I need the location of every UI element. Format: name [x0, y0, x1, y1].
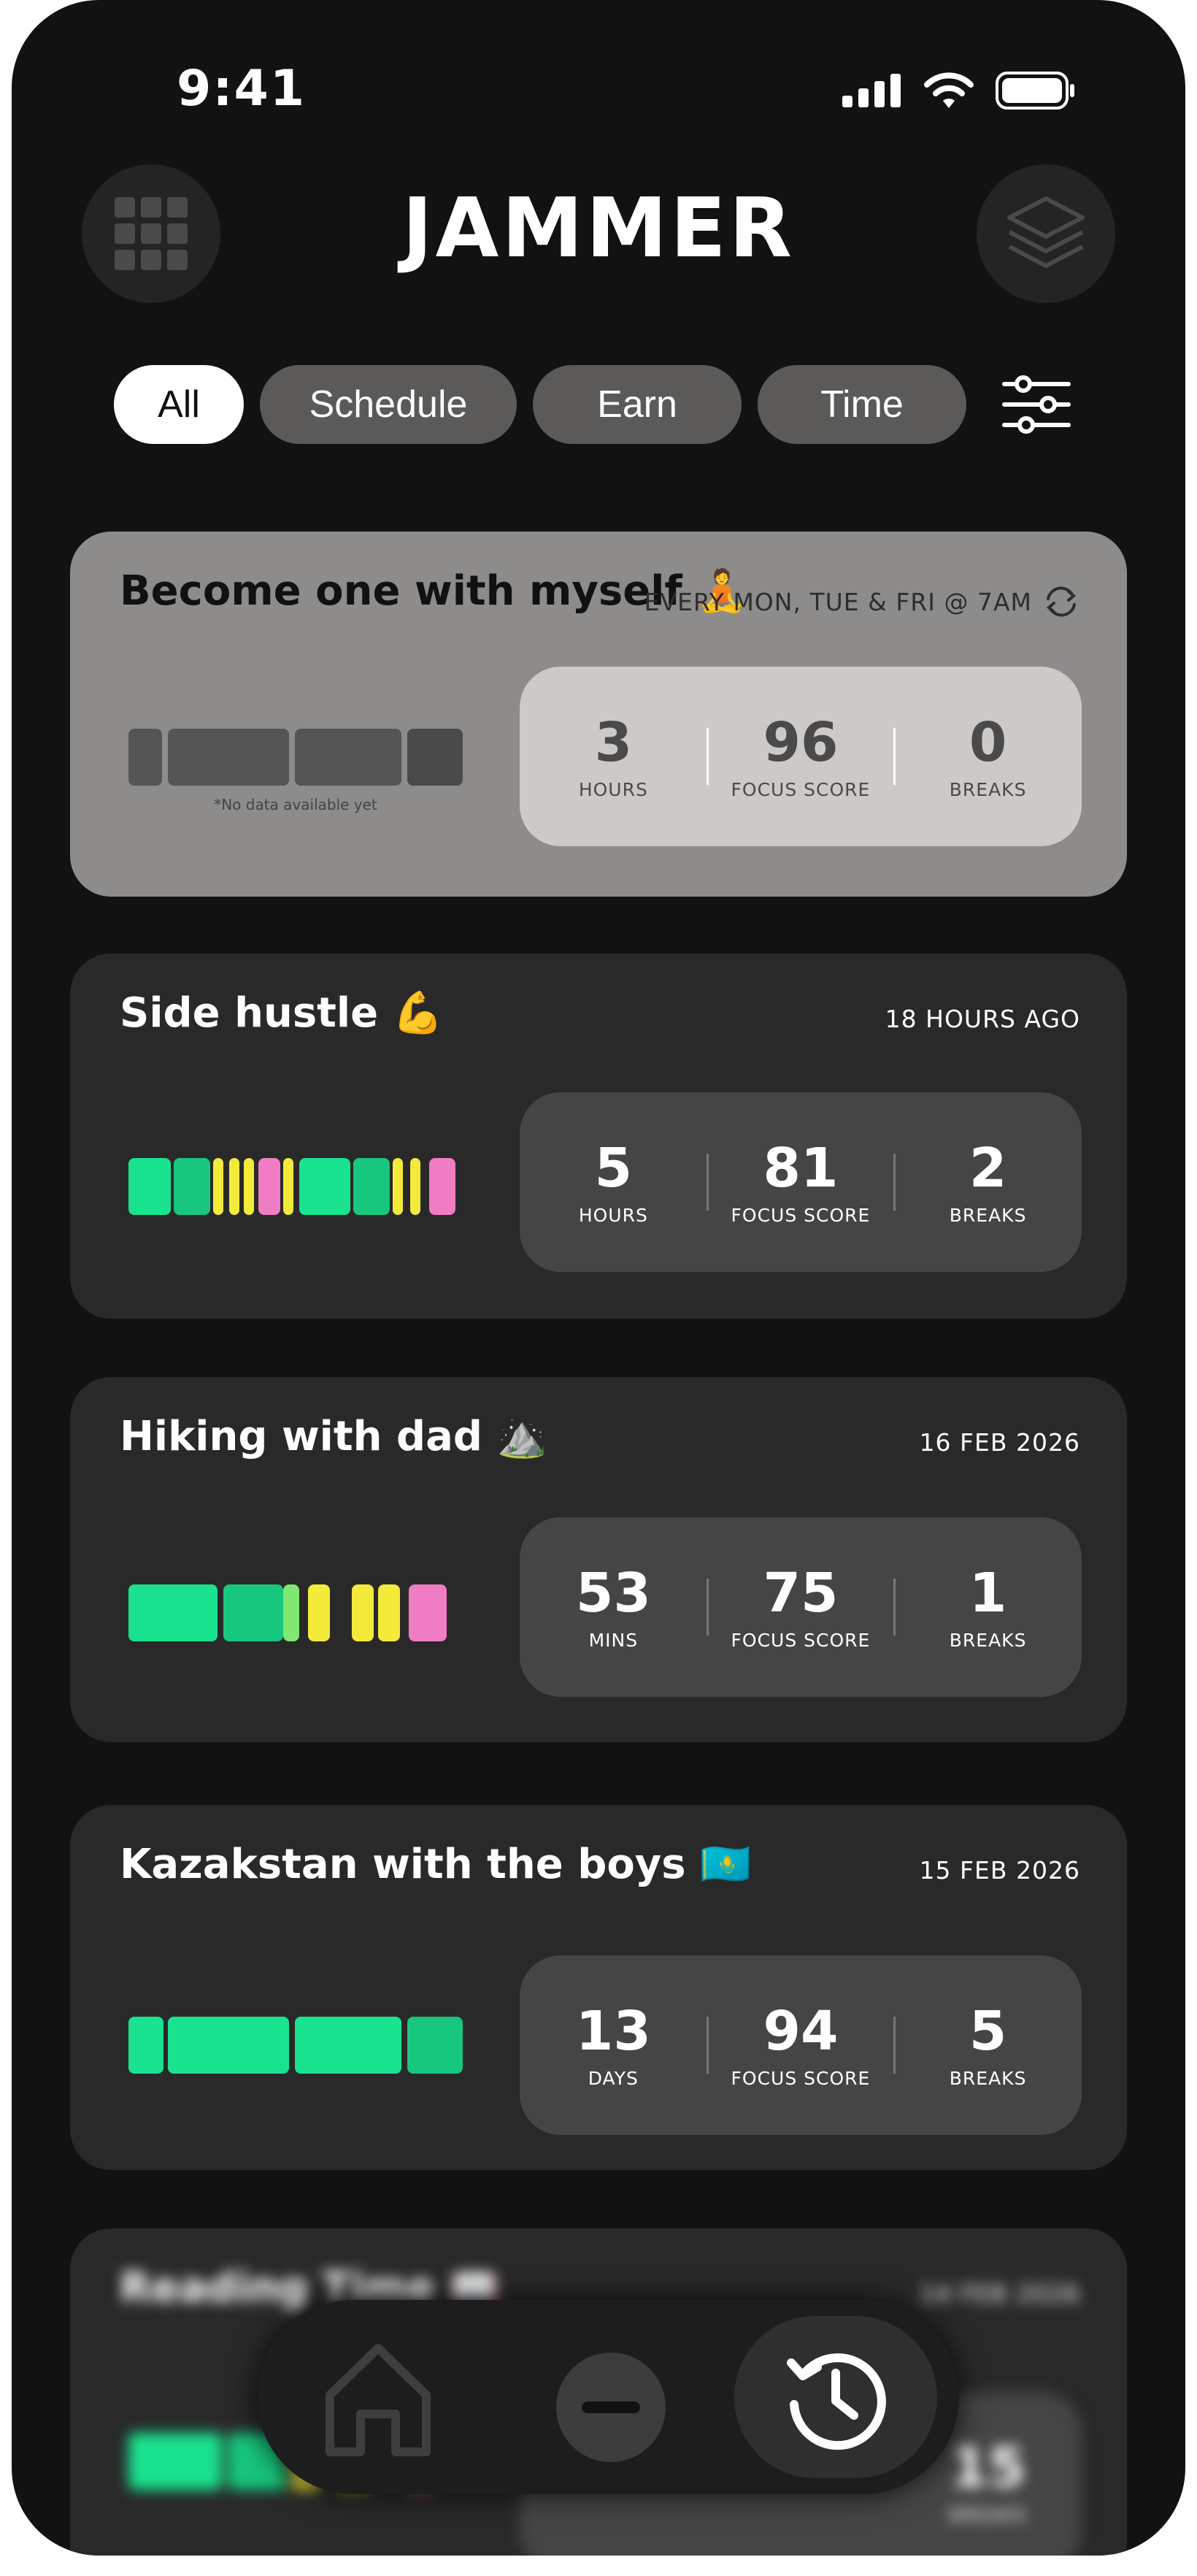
- card-meta-text: EVERY MON, TUE & FRI @ 7AM: [644, 587, 1032, 616]
- session-card[interactable]: Kazakstan with the boys 🇰🇿 15 FEB 2026 1…: [70, 1805, 1127, 2170]
- sliders-icon[interactable]: [1001, 375, 1071, 434]
- card-title: Hiking with dad ⛰️: [120, 1413, 548, 1460]
- card-title: Kazakstan with the boys 🇰🇿: [120, 1841, 751, 1888]
- timeline-segment: [378, 1584, 400, 1641]
- stat-mins: 53 MINS: [575, 1561, 651, 1651]
- stat-breaks: 2 BREAKS: [949, 1136, 1027, 1226]
- stat-focus-score: 94 FOCUS SCORE: [731, 1999, 871, 2089]
- filter-chips: All Schedule Earn Time: [114, 365, 966, 444]
- focus-timeline: [128, 2017, 463, 2074]
- timeline-segment: [128, 729, 162, 786]
- stats-panel: 53 MINS 75 FOCUS SCORE 1 BREAKS: [520, 1517, 1082, 1697]
- focus-timeline: [128, 1158, 463, 1215]
- timeline-segment: [410, 1158, 420, 1215]
- card-meta-text: 18 HOURS AGO: [885, 1005, 1080, 1033]
- stat-divider: [707, 2017, 709, 2074]
- card-meta-text: 14 FEB 2026: [919, 2280, 1080, 2308]
- card-title: Side hustle 💪: [120, 989, 444, 1037]
- stats-panel: 13 DAYS 94 FOCUS SCORE 5 BREAKS: [520, 1955, 1082, 2135]
- stat-breaks: 1 BREAKS: [949, 1561, 1027, 1651]
- stat-breaks: 0 BREAKS: [949, 710, 1027, 800]
- no-data-note: *No data available yet: [214, 796, 377, 813]
- timeline-segment: [407, 2017, 463, 2074]
- history-button[interactable]: [734, 2316, 937, 2478]
- stat-divider: [893, 1579, 896, 1636]
- timeline-segment: [353, 1158, 390, 1215]
- stats-panel: 5 HOURS 81 FOCUS SCORE 2 BREAKS: [520, 1092, 1082, 1272]
- timeline-segment: [128, 2017, 163, 2074]
- stat-days: 13 DAYS: [575, 1999, 651, 2089]
- timeline-segment: [299, 1158, 350, 1215]
- minus-button[interactable]: [556, 2353, 666, 2462]
- timeline-segment: [223, 1584, 283, 1641]
- stat-divider: [893, 1154, 896, 1211]
- chip-schedule[interactable]: Schedule: [260, 365, 517, 444]
- stat-focus-score: 96 FOCUS SCORE: [731, 710, 871, 800]
- timeline-segment: [283, 1584, 299, 1641]
- wifi-icon: [924, 72, 974, 108]
- stat-focus-score: 81 FOCUS SCORE: [731, 1136, 871, 1226]
- timeline-segment: [352, 1584, 374, 1641]
- timeline-segment: [258, 1158, 280, 1215]
- timeline-segment: [295, 2017, 401, 2074]
- timeline-segment: [429, 1158, 455, 1215]
- stat-divider: [893, 728, 896, 785]
- stat-divider: [707, 1154, 709, 1211]
- chip-time[interactable]: Time: [758, 365, 966, 444]
- stat-hours: 5 HOURS: [578, 1136, 648, 1226]
- bottom-nav: [257, 2300, 959, 2494]
- chip-all[interactable]: All: [114, 365, 244, 444]
- session-card[interactable]: Side hustle 💪 18 HOURS AGO 5 HOURS 81 FOCU…: [70, 954, 1127, 1319]
- timeline-segment: [308, 1584, 330, 1641]
- stat-breaks: 5 BREAKS: [949, 1999, 1027, 2089]
- layers-button[interactable]: [977, 164, 1115, 303]
- card-schedule: EVERY MON, TUE & FRI @ 7AM: [644, 583, 1080, 621]
- focus-timeline: [128, 1584, 463, 1641]
- card-meta-text: 16 FEB 2026: [919, 1428, 1080, 1457]
- phone-screen: 9:41 JAMMER All Schedule Earn Time Becom…: [12, 0, 1185, 2556]
- stat-divider: [893, 2017, 896, 2074]
- timeline-segment: [244, 1158, 254, 1215]
- timeline-segment: [168, 729, 289, 786]
- timeline-segment: [128, 2433, 222, 2490]
- timeline-segment: [393, 1158, 403, 1215]
- stat-focus-score: 75 FOCUS SCORE: [731, 1561, 871, 1651]
- card-meta-text: 15 FEB 2026: [919, 1856, 1080, 1885]
- stat-hours: 3 HOURS: [578, 710, 648, 800]
- repeat-icon: [1046, 586, 1077, 617]
- chip-earn[interactable]: Earn: [533, 365, 742, 444]
- timeline-segment: [128, 1158, 171, 1215]
- timeline-segment: [407, 729, 463, 786]
- home-icon[interactable]: [320, 2338, 436, 2462]
- cellular-signal-icon: [842, 74, 901, 107]
- minus-icon: [582, 2401, 640, 2413]
- timeline-segment: [283, 1158, 293, 1215]
- timeline-segment: [295, 729, 401, 786]
- stat-divider: [707, 728, 709, 785]
- timeline-segment: [128, 1584, 218, 1641]
- timeline-segment: [213, 1158, 223, 1215]
- focus-timeline: [128, 729, 463, 786]
- timeline-segment: [229, 1158, 239, 1215]
- layers-icon: [1007, 196, 1085, 268]
- status-time: 9:41: [177, 60, 307, 118]
- battery-icon: [996, 72, 1074, 110]
- timeline-segment: [409, 1584, 447, 1641]
- session-card[interactable]: Hiking with dad ⛰️ 16 FEB 2026 53 MINS 75…: [70, 1377, 1127, 1742]
- stat-divider: [707, 1579, 709, 1636]
- history-icon: [787, 2353, 886, 2450]
- status-icons: [842, 72, 1076, 110]
- timeline-segment: [168, 2017, 289, 2074]
- timeline-segment: [174, 1158, 210, 1215]
- session-card-scheduled[interactable]: Become one with myself 🧘 EVERY MON, TUE …: [70, 532, 1127, 897]
- stats-panel: 3 HOURS 96 FOCUS SCORE 0 BREAKS: [520, 667, 1082, 846]
